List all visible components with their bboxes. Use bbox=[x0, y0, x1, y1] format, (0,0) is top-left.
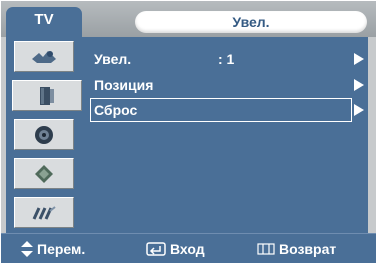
menu-title-label: Увел. bbox=[232, 14, 270, 30]
sidebar-item-picture[interactable] bbox=[14, 41, 74, 72]
menu-item-position[interactable]: Позиция bbox=[90, 73, 364, 97]
menu-panel: Увел. : 1 Позиция Сброс bbox=[82, 37, 368, 233]
sidebar bbox=[6, 37, 82, 233]
menu-item-label: Позиция bbox=[94, 77, 154, 93]
menu-title: Увел. bbox=[135, 11, 367, 33]
hint-return-label: Возврат bbox=[279, 241, 337, 257]
hint-enter-label: Вход bbox=[170, 241, 205, 257]
arrow-right-icon bbox=[354, 53, 364, 65]
title-bar: TV Увел. bbox=[1, 1, 376, 37]
sidebar-item-function[interactable] bbox=[14, 197, 74, 228]
function-icon bbox=[32, 205, 56, 220]
enter-icon bbox=[146, 242, 166, 256]
channel-icon bbox=[35, 125, 53, 144]
hint-enter: Вход bbox=[146, 241, 205, 257]
source-label: TV bbox=[34, 11, 54, 28]
hint-move-label: Перем. bbox=[37, 241, 86, 257]
picture-icon bbox=[32, 50, 56, 63]
menu-item-label: Увел. bbox=[94, 51, 132, 67]
menu-item-reset[interactable]: Сброс bbox=[90, 98, 364, 122]
help-bar: Перем. Вход Возврат bbox=[1, 233, 376, 263]
speaker-icon bbox=[40, 86, 54, 105]
sidebar-item-sound[interactable] bbox=[12, 80, 82, 111]
up-down-arrows-icon bbox=[21, 241, 33, 257]
arrow-right-icon bbox=[354, 79, 364, 91]
hint-move: Перем. bbox=[21, 241, 85, 257]
sidebar-item-channel[interactable] bbox=[14, 119, 74, 150]
setup-chip-icon bbox=[35, 164, 53, 183]
source-tab: TV bbox=[6, 7, 82, 37]
osd-window: TV Увел. Увел.: 1 Позиция Сброс Перем. … bbox=[1, 1, 376, 263]
menu-return-icon bbox=[257, 243, 275, 255]
menu-item-value: : 1 bbox=[218, 51, 235, 67]
menu-item-zoom[interactable]: Увел. : 1 bbox=[90, 47, 364, 71]
hint-return: Возврат bbox=[257, 241, 336, 257]
menu-item-label: Сброс bbox=[94, 102, 138, 118]
sidebar-item-setup[interactable] bbox=[14, 158, 74, 189]
arrow-right-icon bbox=[354, 104, 364, 116]
